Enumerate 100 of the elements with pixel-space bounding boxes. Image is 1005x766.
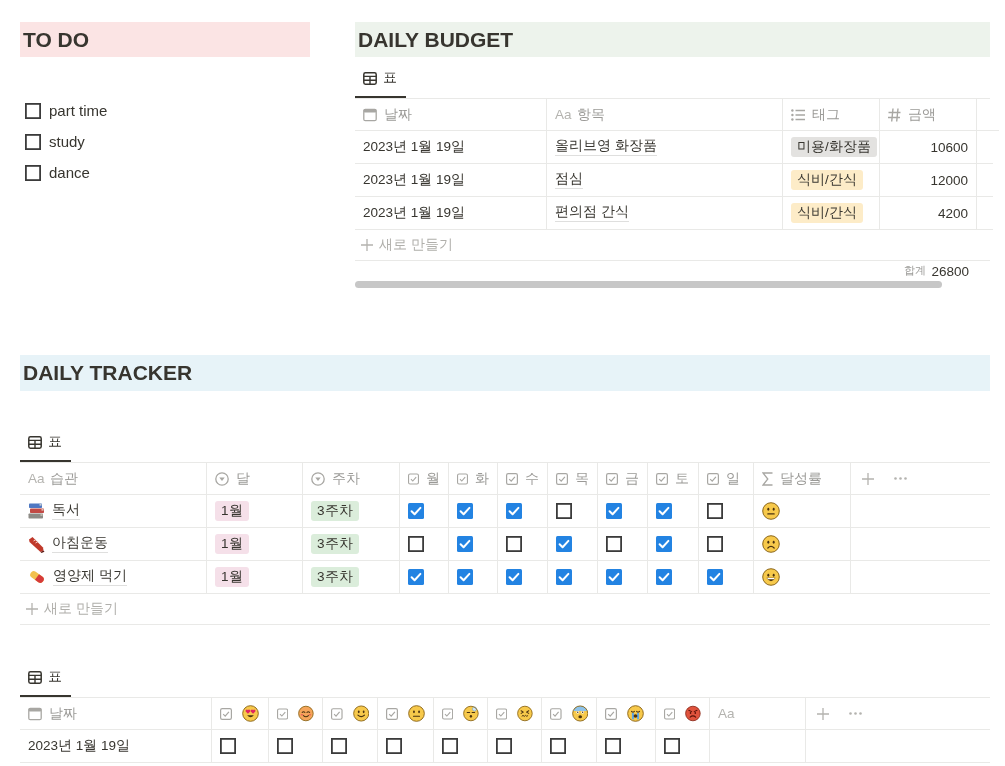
page-link[interactable]: 영양제 먹기 <box>53 568 127 586</box>
column-header[interactable]: 토 <box>648 463 699 495</box>
view-tab[interactable]: 표 <box>20 659 71 697</box>
checkbox[interactable] <box>457 536 473 552</box>
table-cell: 12000 <box>880 164 977 197</box>
checkbox[interactable] <box>656 503 672 519</box>
checkbox[interactable] <box>606 569 622 585</box>
checkbox[interactable] <box>550 738 566 754</box>
checkbox[interactable] <box>25 133 41 150</box>
column-header[interactable]: 월 <box>400 463 449 495</box>
column-header[interactable]: 날짜 <box>20 698 212 730</box>
checkbox[interactable] <box>408 569 424 585</box>
table-cell: 2023년 1월 19일 <box>355 131 547 164</box>
page-link[interactable]: 올리브영 화장품 <box>555 138 657 156</box>
checkbox[interactable] <box>606 503 622 519</box>
column-header[interactable]: 일 <box>699 463 754 495</box>
column-header[interactable]: 날짜 <box>355 99 547 131</box>
column-header[interactable] <box>378 698 434 730</box>
view-tab[interactable]: 표 <box>355 60 406 98</box>
column-header[interactable]: 주차 <box>303 463 400 495</box>
column-header[interactable]: 금액 <box>880 99 977 131</box>
sum-label: 합계 <box>904 264 927 278</box>
checkbox[interactable] <box>707 503 723 519</box>
column-header[interactable]: Aa <box>710 698 806 730</box>
checkbox[interactable] <box>25 164 41 181</box>
scrollbar[interactable] <box>355 281 942 288</box>
checkbox[interactable] <box>408 503 424 519</box>
checkbox[interactable] <box>506 503 522 519</box>
column-header[interactable]: 화 <box>449 463 498 495</box>
checkbox[interactable] <box>386 738 402 754</box>
neutral-face-icon <box>762 502 780 520</box>
checkbox[interactable] <box>707 536 723 552</box>
table-cell[interactable] <box>710 730 806 763</box>
select-tag: 1월 <box>215 501 249 521</box>
checkbox[interactable] <box>606 536 622 552</box>
column-header[interactable] <box>488 698 542 730</box>
todo-label: study <box>49 133 85 150</box>
column-header[interactable]: 금 <box>598 463 648 495</box>
page-link[interactable]: 점심 <box>555 171 583 189</box>
column-header[interactable] <box>212 698 269 730</box>
more-icon[interactable] <box>894 477 907 480</box>
more-icon[interactable] <box>849 712 862 715</box>
column-header[interactable] <box>542 698 597 730</box>
checkbox[interactable] <box>331 738 347 754</box>
page-link[interactable]: 아침운동 <box>52 535 108 553</box>
checkbox-icon <box>506 472 518 485</box>
sleepy-face-icon <box>463 705 479 722</box>
checkbox-icon <box>457 472 468 485</box>
column-header[interactable]: 달성률 <box>754 463 851 495</box>
sneaker-icon <box>28 535 45 553</box>
checkbox[interactable] <box>556 536 572 552</box>
checkbox[interactable] <box>664 738 680 754</box>
checkbox[interactable] <box>442 738 458 754</box>
checkbox[interactable] <box>707 569 723 585</box>
checkbox[interactable] <box>496 738 512 754</box>
checkbox[interactable] <box>605 738 621 754</box>
column-header[interactable]: Aa 습관 <box>20 463 207 495</box>
checkbox[interactable] <box>25 102 41 119</box>
category-tag: 식비/간식 <box>791 203 863 223</box>
checkbox[interactable] <box>457 569 473 585</box>
checkbox[interactable] <box>506 536 522 552</box>
table-cell: 10600 <box>880 131 977 164</box>
checkbox[interactable] <box>506 569 522 585</box>
column-header[interactable] <box>434 698 488 730</box>
books-icon <box>28 503 45 519</box>
category-tag: 식비/간식 <box>791 170 863 190</box>
checkbox[interactable] <box>408 536 424 552</box>
view-tab[interactable]: 표 <box>20 424 71 462</box>
smiling-face-icon <box>352 705 369 722</box>
hash-icon <box>888 107 901 122</box>
checkbox[interactable] <box>556 569 572 585</box>
column-header[interactable]: 수 <box>498 463 548 495</box>
column-header[interactable]: 목 <box>548 463 598 495</box>
checkbox[interactable] <box>656 536 672 552</box>
page-link[interactable]: 편의점 간식 <box>555 204 629 222</box>
select-tag: 3주차 <box>311 567 359 587</box>
checkbox[interactable] <box>457 503 473 519</box>
checkbox-icon <box>442 707 454 720</box>
page-link[interactable]: 독서 <box>52 502 80 520</box>
column-header[interactable]: 달 <box>207 463 303 495</box>
checkbox[interactable] <box>277 738 293 754</box>
sum-value: 26800 <box>931 263 969 279</box>
checkbox[interactable] <box>556 503 572 519</box>
column-header[interactable] <box>323 698 378 730</box>
section-heading: DAILY TRACKER <box>20 355 990 391</box>
list-icon <box>791 108 805 121</box>
column-header[interactable] <box>597 698 656 730</box>
checkbox[interactable] <box>656 569 672 585</box>
calendar-icon <box>363 107 377 122</box>
new-row-button[interactable]: 새로 만들기 <box>355 233 459 257</box>
new-row-button[interactable]: 새로 만들기 <box>20 597 124 621</box>
column-header[interactable] <box>656 698 710 730</box>
checkbox-icon <box>656 472 668 485</box>
checkbox-icon <box>605 707 617 720</box>
column-header[interactable]: Aa 항목 <box>547 99 783 131</box>
checkbox[interactable] <box>220 738 236 754</box>
select-icon <box>311 471 325 486</box>
column-header[interactable]: 태그 <box>783 99 880 131</box>
column-header[interactable] <box>269 698 323 730</box>
table-cell: 4200 <box>880 197 977 230</box>
